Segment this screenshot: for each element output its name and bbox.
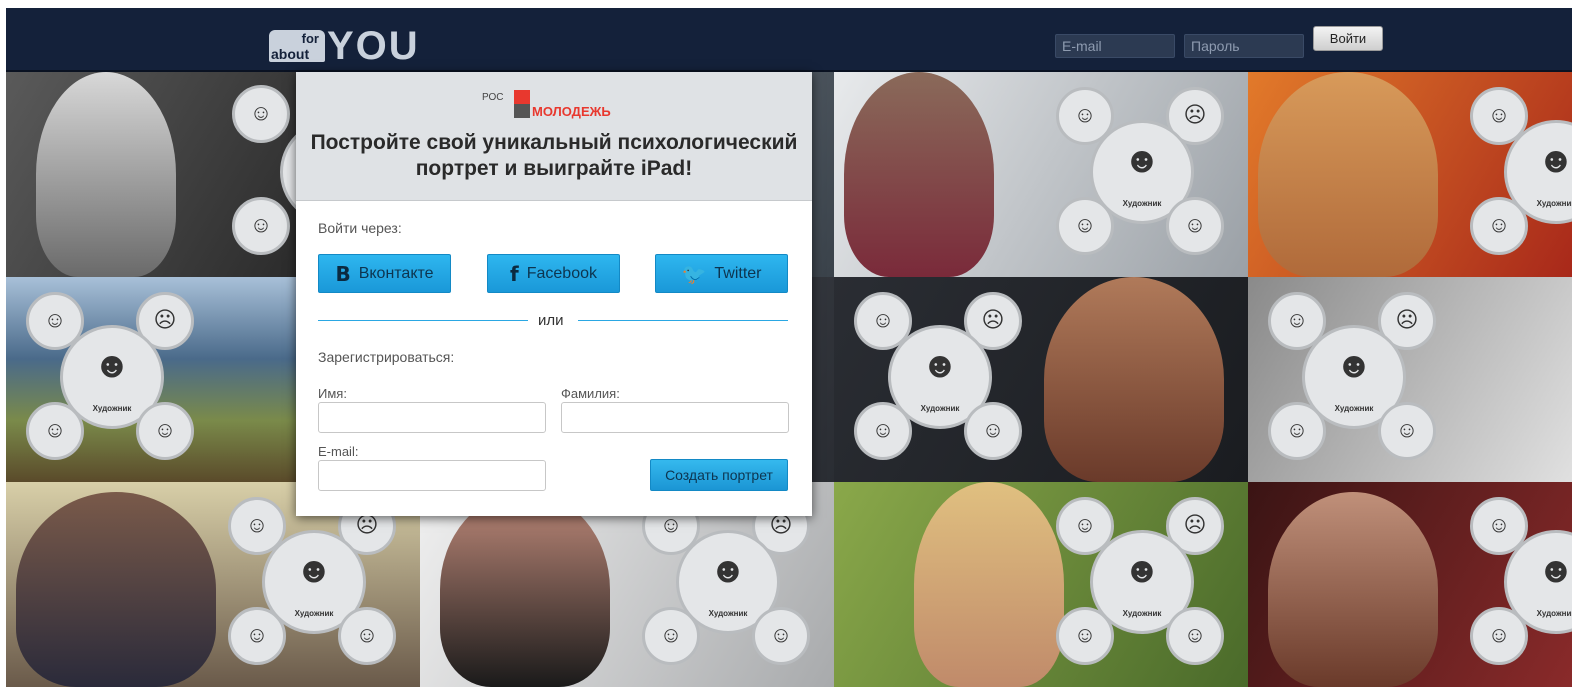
site-logo[interactable]: for about YOU — [269, 26, 420, 66]
person-photo — [1258, 72, 1438, 277]
person-photo — [440, 492, 610, 687]
face-icon: ☺ — [1470, 197, 1528, 255]
character-bubbles: ☺ ☻Художник ☺ — [1470, 497, 1572, 667]
header-email-input[interactable]: E-mail — [1055, 34, 1175, 58]
email-label: E-mail: — [318, 444, 359, 459]
face-icon: ☺ — [1056, 607, 1114, 665]
logo-name: МОЛОДЕЖЬ — [532, 104, 611, 119]
logo-prefix: РОС — [482, 92, 504, 103]
grid-tile: ☺ ☹ ☻ Художник ☺ ☺ — [834, 482, 1248, 687]
face-icon: ☺ — [1166, 197, 1224, 255]
divider-line-left — [318, 320, 528, 321]
character-bubbles: ☺ ☹ ☻ Художник ☺ ☺ — [1056, 497, 1226, 667]
character-bubbles: ☺ ☹ ☻ Художник ☺ ☺ — [26, 292, 196, 462]
first-name-field[interactable] — [318, 402, 546, 433]
divider-line-right — [578, 320, 788, 321]
grid-tile: ☺ ☹ ☻ Художник ☺ ☺ — [834, 72, 1248, 277]
last-name-label: Фамилия: — [561, 386, 620, 401]
promo-banner: РОС МОЛОДЕЖЬ Постройте свой уникальный п… — [296, 72, 812, 201]
logo-for: for — [301, 31, 319, 46]
top-header: for about YOU E-mail Пароль Войти — [6, 8, 1572, 72]
face-icon: ☺ — [338, 607, 396, 665]
grid-tile: ☺ ☹ ☻ Художник ☺ ☺ — [834, 277, 1248, 482]
twitter-login-label: Twitter — [714, 264, 762, 282]
face-icon: ☺ — [854, 402, 912, 460]
twitter-icon: 🐦 — [681, 261, 707, 286]
logo-square-red — [514, 90, 530, 104]
header-password-input[interactable]: Пароль — [1184, 34, 1304, 58]
rosmolodezh-logo: РОС МОЛОДЕЖЬ — [482, 90, 632, 120]
face-icon: ☺ — [964, 402, 1022, 460]
last-name-field[interactable] — [561, 402, 789, 433]
face-icon: ☺ — [232, 85, 290, 143]
character-bubbles: ☺ ☹ ☻ Художник ☺ ☺ — [642, 497, 812, 667]
vk-login-button[interactable]: В Вконтакте — [318, 254, 451, 293]
logo-about: about — [271, 46, 310, 62]
header-login-button[interactable]: Войти — [1313, 26, 1383, 51]
grid-tile: ☺ ☻Художник ☺ — [1248, 482, 1572, 687]
logo-badge: for about — [269, 30, 325, 62]
face-icon: ☺ — [1056, 197, 1114, 255]
facebook-login-label: Facebook — [526, 264, 597, 282]
login-via-label: Войти через: — [318, 220, 402, 236]
person-photo — [36, 72, 176, 277]
character-bubbles: ☺ ☹ ☻ Художник ☺ ☺ — [854, 292, 1024, 462]
first-name-label: Имя: — [318, 386, 347, 401]
window-frame-top — [0, 0, 1572, 8]
character-bubbles: ☺ ☹ ☻ Художник ☺ ☺ — [1056, 87, 1226, 257]
logo-you: YOU — [327, 24, 420, 68]
person-photo — [16, 492, 216, 687]
register-label: Зарегистрироваться: — [318, 349, 455, 365]
face-icon: ☺ — [26, 402, 84, 460]
registration-panel: РОС МОЛОДЕЖЬ Постройте свой уникальный п… — [296, 72, 812, 516]
person-photo — [914, 482, 1064, 687]
grid-tile: ☺ ☹ ☻ Художник ☺ ☺ — [1248, 277, 1572, 482]
character-bubbles: ☺ ☹ ☻ Художник ☺ ☺ — [228, 497, 398, 667]
face-icon: ☺ — [1378, 402, 1436, 460]
facebook-login-button[interactable]: f Facebook — [487, 254, 620, 293]
person-photo — [1268, 492, 1438, 687]
grid-tile: ☺ ☻Художник ☺ — [1248, 72, 1572, 277]
email-field[interactable] — [318, 460, 546, 491]
vk-login-label: Вконтакте — [358, 264, 434, 282]
logo-square-dark — [514, 104, 530, 118]
create-portrait-button[interactable]: Создать портрет — [650, 459, 788, 491]
character-bubbles: ☺ ☹ ☻ Художник ☺ ☺ — [1268, 292, 1438, 462]
vk-icon: В — [335, 261, 351, 286]
face-icon: ☺ — [136, 402, 194, 460]
person-photo — [844, 72, 994, 277]
twitter-login-button[interactable]: 🐦 Twitter — [655, 254, 788, 293]
divider-or: или — [538, 312, 564, 329]
person-photo — [1044, 277, 1224, 482]
facebook-icon: f — [510, 261, 519, 286]
face-icon: ☺ — [642, 607, 700, 665]
face-icon: ☺ — [1166, 607, 1224, 665]
promo-headline: Постройте свой уникальный психологически… — [310, 131, 798, 180]
face-icon: ☺ — [228, 607, 286, 665]
character-bubbles: ☺ ☻Художник ☺ — [1470, 87, 1572, 257]
face-icon: ☺ — [1470, 607, 1528, 665]
face-icon: ☺ — [752, 607, 810, 665]
face-icon: ☺ — [1268, 402, 1326, 460]
face-icon: ☺ — [232, 197, 290, 255]
